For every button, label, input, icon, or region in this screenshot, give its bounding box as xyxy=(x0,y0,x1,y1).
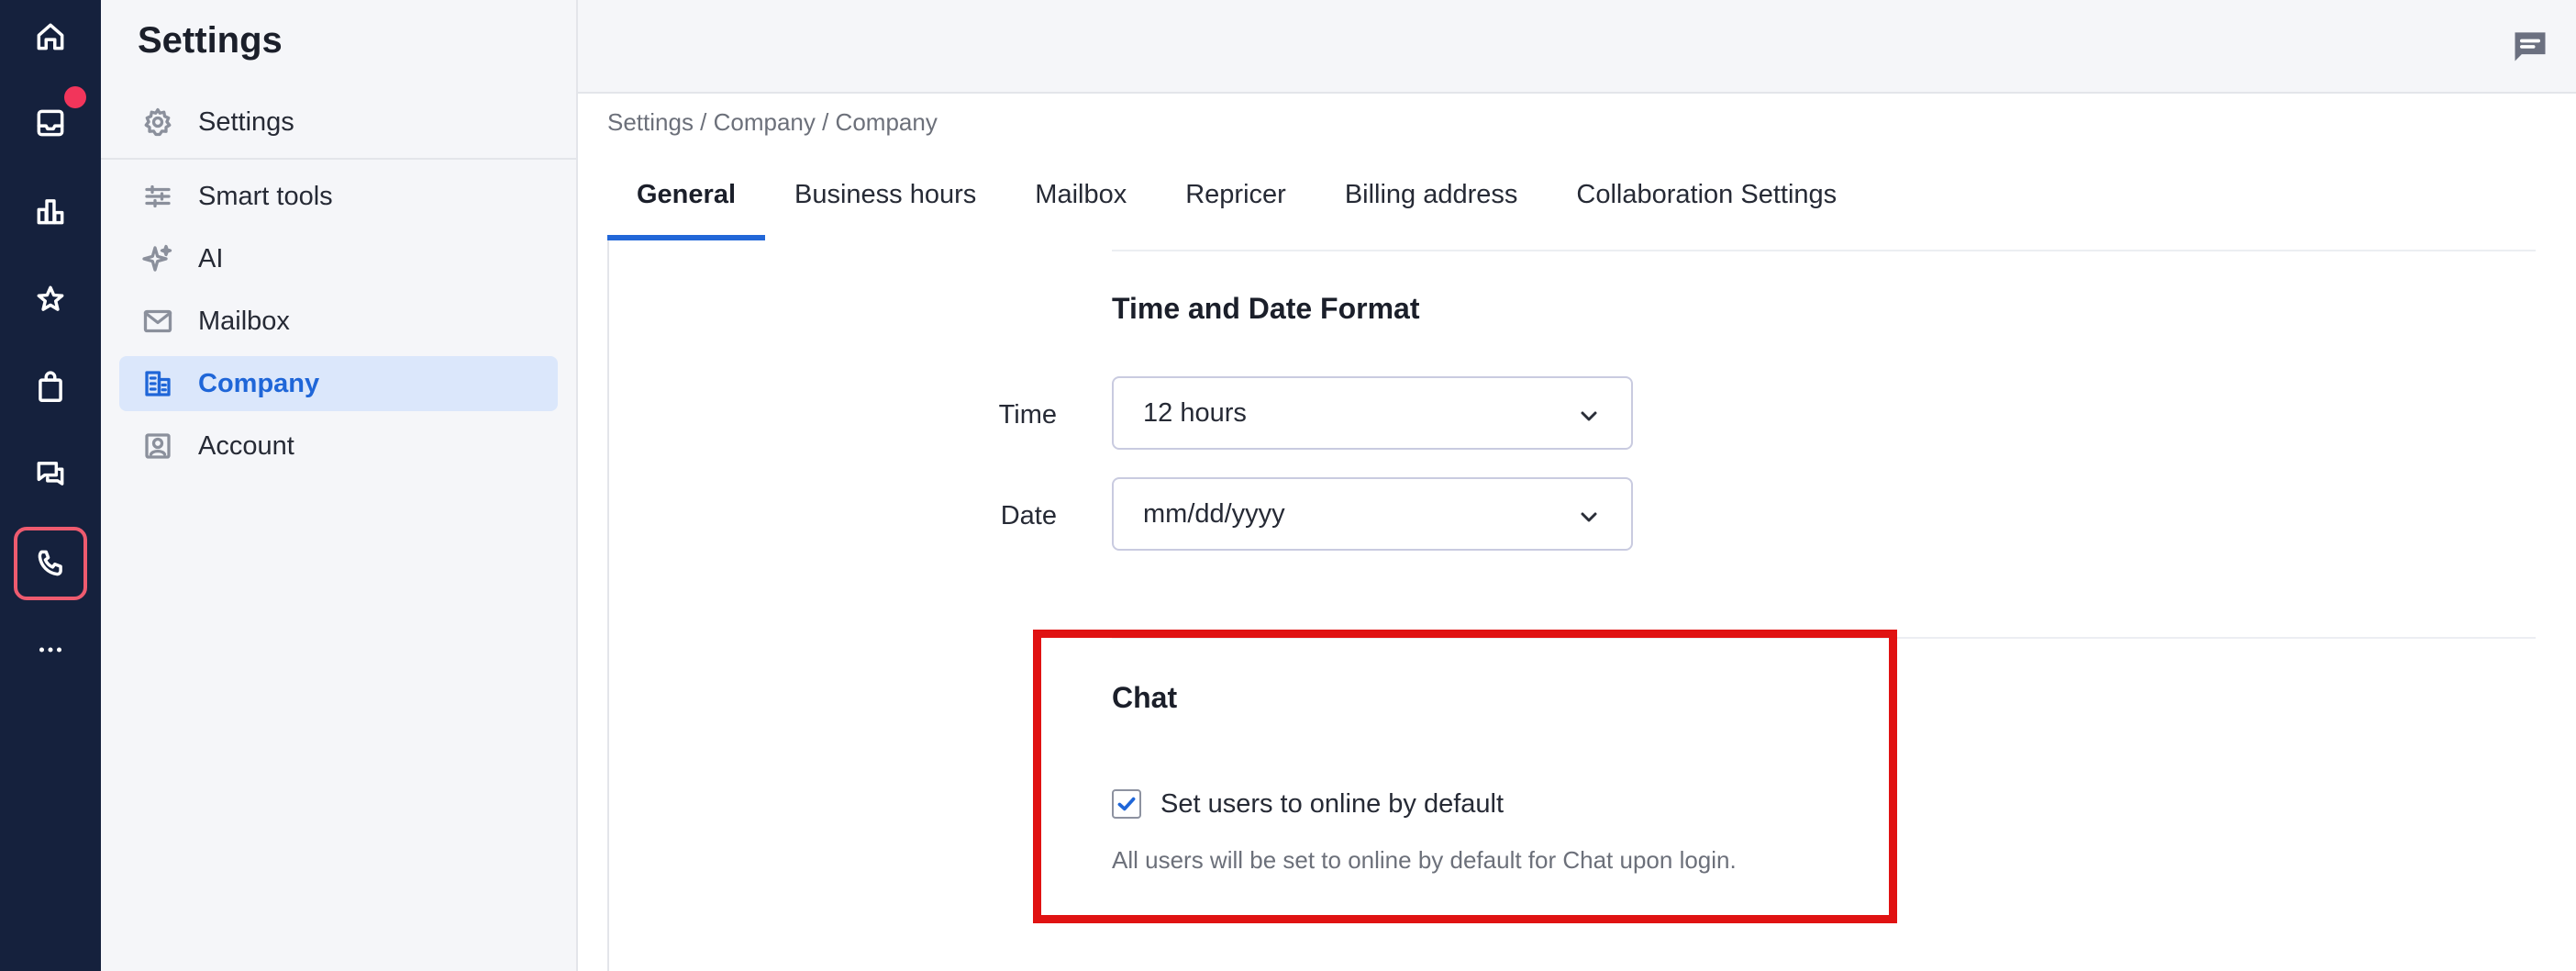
sidebar-title: Settings xyxy=(138,20,283,61)
star-icon[interactable] xyxy=(14,262,87,336)
breadcrumb: Settings / Company / Company xyxy=(607,108,938,136)
sidebar-item-label: AI xyxy=(198,243,224,273)
tab-billing-address[interactable]: Billing address xyxy=(1316,149,1548,240)
conversations-icon[interactable] xyxy=(14,437,87,510)
phone-icon[interactable] xyxy=(14,527,87,600)
tab-mailbox[interactable]: Mailbox xyxy=(1005,149,1156,240)
more-icon[interactable] xyxy=(14,613,87,686)
sidebar-item-smart-tools[interactable]: Smart tools xyxy=(119,169,558,224)
time-date-section-title: Time and Date Format xyxy=(1112,292,1420,325)
chevron-down-icon xyxy=(1578,404,1600,426)
shopping-bag-icon[interactable] xyxy=(14,351,87,424)
date-label: Date xyxy=(1000,501,1057,530)
chevron-down-icon xyxy=(1578,505,1600,527)
mail-icon xyxy=(138,301,178,341)
sidebar-item-label: Company xyxy=(198,368,320,398)
sidebar-divider xyxy=(101,158,578,160)
tab-general[interactable]: General xyxy=(607,149,765,240)
time-label: Time xyxy=(998,400,1057,430)
app-rail xyxy=(0,0,101,971)
date-select-value: mm/dd/yyyy xyxy=(1143,498,1285,529)
chat-bubble-icon[interactable] xyxy=(2510,26,2550,66)
sidebar-item-settings[interactable]: Settings xyxy=(119,95,558,150)
notification-badge xyxy=(64,86,86,108)
section-divider xyxy=(1112,250,2536,251)
tab-collaboration-settings[interactable]: Collaboration Settings xyxy=(1547,149,1866,240)
sidebar-item-label: Smart tools xyxy=(198,181,333,211)
date-select[interactable]: mm/dd/yyyy xyxy=(1112,477,1633,551)
content-border xyxy=(607,240,609,971)
tab-repricer[interactable]: Repricer xyxy=(1156,149,1316,240)
building-icon xyxy=(138,363,178,404)
settings-sidebar: Settings Settings Smart tools AI Mailbox… xyxy=(101,0,578,971)
time-select-value: 12 hours xyxy=(1143,397,1247,428)
sidebar-item-label: Settings xyxy=(198,106,294,137)
reports-icon[interactable] xyxy=(14,174,87,248)
home-icon[interactable] xyxy=(14,0,87,73)
tab-business-hours[interactable]: Business hours xyxy=(765,149,1005,240)
time-select[interactable]: 12 hours xyxy=(1112,376,1633,450)
sidebar-item-ai[interactable]: AI xyxy=(119,231,558,286)
settings-tabs: General Business hours Mailbox Repricer … xyxy=(607,149,1866,240)
gear-icon xyxy=(138,102,178,142)
highlight-box xyxy=(1033,630,1897,923)
sidebar-item-label: Mailbox xyxy=(198,306,290,336)
sidebar-item-label: Account xyxy=(198,430,294,461)
sidebar-item-mailbox[interactable]: Mailbox xyxy=(119,294,558,349)
account-icon xyxy=(138,426,178,466)
top-header xyxy=(578,0,2576,94)
sidebar-item-account[interactable]: Account xyxy=(119,419,558,474)
sidebar-item-company[interactable]: Company xyxy=(119,356,558,411)
sliders-icon xyxy=(138,176,178,217)
sparkle-icon xyxy=(138,239,178,279)
